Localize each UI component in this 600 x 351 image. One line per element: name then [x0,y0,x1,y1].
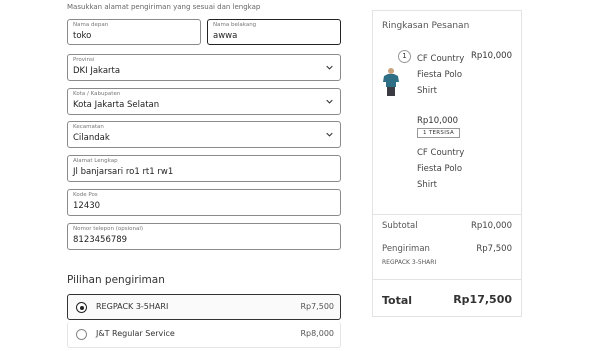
product-variant: CF Country Fiesta Polo Shirt [417,148,465,190]
postal-code-field[interactable]: Kode Pos 12430 [67,189,341,216]
last-name-field[interactable]: Nama belakang awwa [207,19,341,45]
subtotal-label: Subtotal [382,221,418,231]
first-name-value: toko [73,31,92,41]
product-unit-price: Rp10,000 [417,116,459,126]
product-name: CF Country Fiesta Polo Shirt [417,54,465,96]
product-price: Rp10,000 [470,51,512,61]
postal-code-label: Kode Pos [73,192,98,198]
chevron-down-icon [326,99,333,104]
subtotal-value: Rp10,000 [470,221,512,231]
shipping-method: REGPACK 3-5HARI [382,259,437,266]
total-value: Rp17,500 [453,293,512,306]
phone-value: 8123456789 [73,235,128,245]
last-name-label: Nama belakang [213,22,257,28]
city-label: Kota / Kabupaten [73,91,121,97]
stock-badge: 1 TERSISA [417,128,461,138]
chevron-down-icon [326,65,333,70]
province-value: DKI Jakarta [73,66,121,76]
address-label: Alamat Lengkap [73,158,118,164]
phone-label: Nomor telepon (opsional) [73,226,144,232]
address-value: Jl banjarsari ro1 rt1 rw1 [73,167,174,177]
total-label: Total [382,294,413,307]
summary-title: Ringkasan Pesanan [382,21,470,31]
shipping-label: Pengiriman [382,244,430,254]
shipping-option-price: Rp7,500 [300,302,334,311]
form-hint: Masukkan alamat pengiriman yang sesuai d… [67,3,261,11]
city-value: Kota Jakarta Selatan [73,100,160,110]
shipping-option-name: REGPACK 3-5HARI [96,302,169,311]
radio-unselected[interactable] [76,329,87,340]
shipping-value: Rp7,500 [476,244,512,254]
quantity-badge: 1 [398,50,411,63]
product-thumbnail [383,68,399,96]
chevron-down-icon [326,132,333,137]
province-label: Provinsi [73,57,95,63]
district-value: Cilandak [73,133,110,143]
order-summary: Ringkasan Pesanan 1 CF Country Fiesta Po… [372,10,522,317]
shipping-option-name: J&T Regular Service [96,329,175,338]
divider [373,214,521,215]
shipping-option-jnt[interactable]: J&T Regular Service Rp8,000 [67,322,341,348]
shipping-option-regpack[interactable]: REGPACK 3-5HARI Rp7,500 [67,294,341,320]
first-name-label: Nama depan [73,22,109,28]
shipping-options-title: Pilihan pengiriman [67,274,165,286]
first-name-field[interactable]: Nama depan toko [67,19,201,45]
postal-code-value: 12430 [73,201,101,211]
province-select[interactable]: Provinsi DKI Jakarta [67,54,341,81]
shipping-option-price: Rp8,000 [300,329,334,338]
district-select[interactable]: Kecamatan Cilandak [67,121,341,148]
city-select[interactable]: Kota / Kabupaten Kota Jakarta Selatan [67,88,341,115]
address-field[interactable]: Alamat Lengkap Jl banjarsari ro1 rt1 rw1 [67,155,341,182]
phone-field[interactable]: Nomor telepon (opsional) 8123456789 [67,223,341,250]
radio-selected[interactable] [76,302,87,313]
last-name-value: awwa [213,31,238,41]
district-label: Kecamatan [73,124,104,130]
divider [373,279,521,280]
